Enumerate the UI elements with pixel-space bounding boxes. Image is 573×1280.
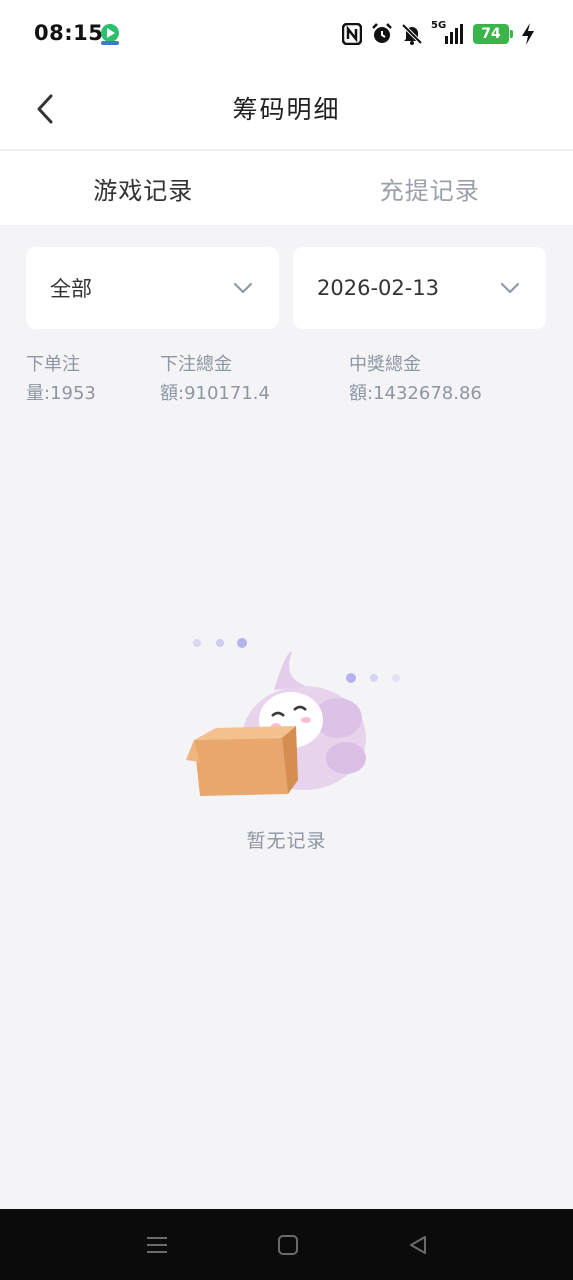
empty-box-mascot-illustration (186, 630, 410, 805)
status-time: 08:15 (34, 21, 104, 45)
video-app-icon (98, 22, 122, 46)
home-icon[interactable] (274, 1231, 302, 1259)
date-select[interactable]: 2026-02-13 (293, 247, 546, 329)
category-select[interactable]: 全部 (26, 247, 279, 329)
chevron-down-icon (498, 276, 522, 300)
win-total-stat: 中獎總金額:1432678.86 (349, 354, 482, 404)
status-icons: 5G 74 (341, 20, 539, 48)
order-count-stat: 下单注量:1953 (26, 354, 96, 404)
header: 筹码明细 (0, 68, 573, 150)
date-value: 2026-02-13 (317, 276, 440, 300)
back-icon[interactable] (404, 1231, 432, 1259)
bet-total-stat: 下注總金額:910171.4 (160, 354, 270, 404)
alarm-icon (371, 22, 393, 46)
mute-icon (401, 22, 423, 46)
chevron-down-icon (231, 276, 255, 300)
charging-icon (517, 22, 539, 46)
menu-icon[interactable] (143, 1231, 171, 1259)
system-nav-bar (0, 1209, 573, 1280)
status-bar: 08:15 5G 74 (0, 0, 573, 68)
tab-game-records[interactable]: 游戏记录 (0, 151, 287, 225)
battery-icon: 74 (473, 24, 513, 44)
nfc-icon (341, 22, 363, 46)
tab-bar: 游戏记录 充提记录 (0, 151, 573, 225)
battery-level: 74 (481, 26, 501, 42)
signal-icon: 5G (431, 20, 465, 46)
empty-state-text: 暂无记录 (246, 830, 327, 852)
tab-deposit-withdraw-records[interactable]: 充提记录 (287, 151, 573, 225)
page-title: 筹码明细 (232, 95, 341, 124)
category-value: 全部 (50, 277, 92, 301)
